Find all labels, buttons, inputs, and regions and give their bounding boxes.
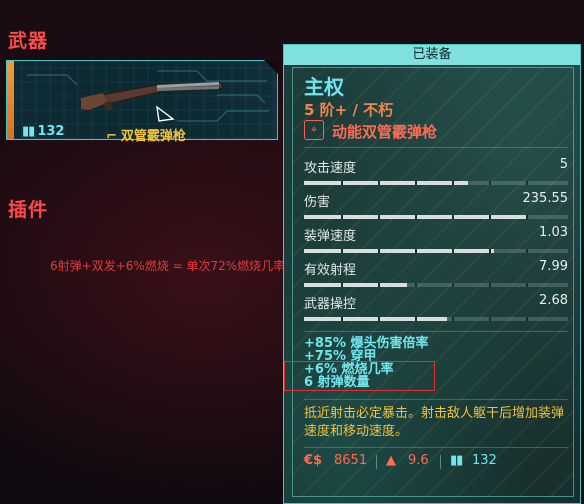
divider [304, 331, 568, 332]
weapon-type: 动能双管霰弹枪 [332, 123, 438, 141]
mods-section-title: 插件 [8, 199, 49, 221]
stat-bar-gap [526, 249, 528, 253]
stat-bar-gap [341, 249, 343, 253]
stat-effective-range: 有效射程 7.99 [304, 259, 568, 287]
stat-bar-gap [415, 181, 417, 185]
stat-bar-gap [341, 283, 343, 287]
stat-bar-gap [526, 317, 528, 321]
annotation-note: 6射弹+双发+6%燃烧 = 单次72%燃烧几率 [50, 259, 286, 273]
stat-bar-fill [304, 283, 407, 287]
stat-bar-gap [526, 215, 528, 219]
divider [304, 447, 568, 448]
stat-bar-gap [341, 215, 343, 219]
stat-bar-gap [452, 215, 454, 219]
weight-icon: ▲ [386, 453, 396, 468]
stat-bar [304, 215, 568, 219]
divider [304, 399, 568, 400]
stat-attack-speed: 攻击速度 5 [304, 157, 568, 185]
weapon-type-icon: ⌐ [106, 129, 117, 144]
stat-bar-gap [489, 181, 491, 185]
price-value: 8651 [334, 453, 368, 468]
weapon-tier: 5 阶+ / 不朽 [304, 101, 394, 119]
stat-bar-gap [341, 181, 343, 185]
stat-bar-gap [452, 317, 454, 321]
stat-bar-gap [378, 215, 380, 219]
stat-bar-gap [341, 317, 343, 321]
stat-label: 装弹速度 [304, 229, 357, 244]
weapon-title: 主权 [304, 75, 344, 99]
stat-label: 武器操控 [304, 297, 357, 312]
stat-bar-gap [452, 249, 454, 253]
stat-bar-fill [304, 317, 447, 321]
stat-label: 攻击速度 [304, 161, 357, 176]
stat-bar [304, 283, 568, 287]
equipped-header: 已装备 [284, 45, 580, 65]
inventory-screen: 武器 ▮▮ 132 ⌐ 双管霰弹枪 插件 6射弹+双发+6%燃烧 = 单次72%… [0, 0, 584, 504]
stat-value: 1.03 [539, 225, 568, 240]
weapon-section-title: 武器 [8, 30, 49, 52]
tooltip-footer: €$ 8651 ▲ 9.6 ▮▮ 132 [304, 453, 568, 471]
weight-value: 9.6 [408, 453, 429, 468]
stat-bar-gap [452, 181, 454, 185]
stat-bar-gap [415, 283, 417, 287]
item-tooltip: 已装备 主权 5 阶+ / 不朽 ⌖ 动能双管霰弹枪 攻击速度 5 伤害 235… [283, 44, 581, 504]
stat-bar-fill [304, 181, 468, 185]
stat-bar-gap [489, 283, 491, 287]
eurodollar-icon: €$ [304, 453, 323, 468]
weapon-slot-ammo: ▮▮ 132 [22, 124, 65, 139]
highlight-annotation-box [284, 361, 435, 391]
stat-value: 7.99 [539, 259, 568, 274]
power-weapon-icon: ⌖ [304, 120, 324, 140]
stat-bar-gap [489, 215, 491, 219]
stat-label: 有效射程 [304, 263, 357, 278]
ammo-icon: ▮▮ [22, 124, 35, 139]
ammo-value: 132 [472, 453, 497, 468]
stat-bar-gap [526, 181, 528, 185]
divider [304, 147, 568, 148]
ammo-icon: ▮▮ [450, 453, 463, 468]
stat-bar-gap [378, 283, 380, 287]
stat-bar-gap [378, 249, 380, 253]
stat-bar-fill [304, 249, 494, 253]
stat-bar [304, 181, 568, 185]
stat-bar-gap [378, 181, 380, 185]
stat-value: 5 [559, 157, 568, 172]
stat-label: 伤害 [304, 195, 331, 210]
stat-bar [304, 249, 568, 253]
stat-value: 2.68 [539, 293, 568, 308]
stat-bar-gap [489, 249, 491, 253]
stat-bar [304, 317, 568, 321]
footer-divider [440, 455, 441, 469]
stat-bar-gap [415, 249, 417, 253]
weapon-slot-name: ⌐ 双管霰弹枪 [106, 129, 186, 144]
stat-handling: 武器操控 2.68 [304, 293, 568, 321]
stat-reload-speed: 装弹速度 1.03 [304, 225, 568, 253]
stat-bar-gap [415, 215, 417, 219]
stat-bar-gap [378, 317, 380, 321]
stat-bar-gap [415, 317, 417, 321]
stat-value: 235.55 [522, 191, 569, 206]
stat-bar-gap [526, 283, 528, 287]
stat-bar-gap [452, 283, 454, 287]
stat-damage: 伤害 235.55 [304, 191, 569, 219]
weapon-description: 抵近射击必定暴击。射击敌人躯干后增加装弹速度和移动速度。 [304, 406, 565, 439]
stat-bar-gap [489, 317, 491, 321]
footer-divider [376, 455, 377, 469]
